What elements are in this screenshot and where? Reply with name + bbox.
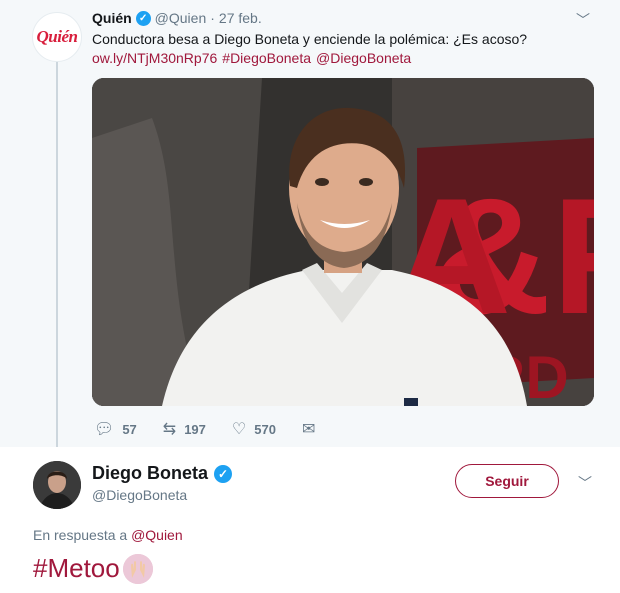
quoted-tweet[interactable]: Quién Quién ✓ @Quien · 27 feb. ﹀ Conduct… [0,0,620,452]
reply-count: 57 [122,421,137,437]
photo-illustration: & A F RD [92,78,594,406]
header-separator: · [210,10,215,26]
avatar-illustration [33,461,81,509]
quoted-tweet-text: Conductora besa a Diego Boneta y enciend… [92,31,528,47]
chevron-down-icon[interactable]: ﹀ [576,10,590,30]
raised-hands-emoji [122,553,153,584]
envelope-icon: ✉ [301,421,316,438]
quien-avatar[interactable]: Quién [32,12,82,62]
dm-action[interactable]: ✉ [302,419,315,439]
tweet-photo[interactable]: & A F RD [92,78,594,406]
reply-handle-link[interactable]: @Quien [131,527,183,543]
tweet-text: #Metoo [33,553,153,584]
diego-avatar[interactable] [33,461,81,509]
main-tweet: Diego Boneta ✓ @DiegoBoneta Seguir ﹀ En … [0,447,620,593]
author-handle[interactable]: @DiegoBoneta [92,487,187,503]
reply-prefix: En respuesta a [33,527,128,543]
tweet-actions: 💬︎ 57 ⇆ 197 ♡ 570 ✉ [94,419,341,439]
quoted-tweet-date[interactable]: 27 feb. [219,10,262,26]
retweet-count: 197 [184,421,206,437]
short-link[interactable]: ow.ly/NTjM30nRp76 [92,50,217,66]
verified-check-icon: ✓ [214,464,233,483]
retweet-action[interactable]: ⇆ 197 [163,419,206,439]
reply-action[interactable]: 💬︎ 57 [94,419,137,439]
quoted-author-handle[interactable]: @Quien [155,10,207,26]
like-count: 570 [254,421,276,437]
metoo-hashtag[interactable]: #Metoo [33,553,120,584]
quien-logo-text: Quién [36,27,78,46]
author-name[interactable]: Diego Boneta [92,463,208,484]
svg-text:F: F [552,164,594,348]
quoted-tweet-header: Quién ✓ @Quien · 27 feb. [92,10,262,26]
retweet-icon: ⇆ [162,421,177,438]
heart-icon: ♡ [231,421,247,438]
author-name-row: Diego Boneta ✓ [92,463,233,484]
hashtag-link[interactable]: #DiegoBoneta [222,50,311,66]
like-action[interactable]: ♡ 570 [232,419,276,439]
quoted-tweet-links: ow.ly/NTjM30nRp76 #DiegoBoneta @DiegoBonet… [92,49,416,68]
verified-check-icon: ✓ [135,10,151,26]
follow-button[interactable]: Seguir [455,464,559,498]
reply-icon: 💬︎ [94,421,115,438]
quoted-author-name[interactable]: Quién [92,10,132,26]
thread-line [56,62,58,452]
chevron-down-icon[interactable]: ﹀ [578,473,592,493]
mention-link[interactable]: @DiegoBoneta [316,50,411,66]
reply-context: En respuesta a @Quien [33,527,183,543]
